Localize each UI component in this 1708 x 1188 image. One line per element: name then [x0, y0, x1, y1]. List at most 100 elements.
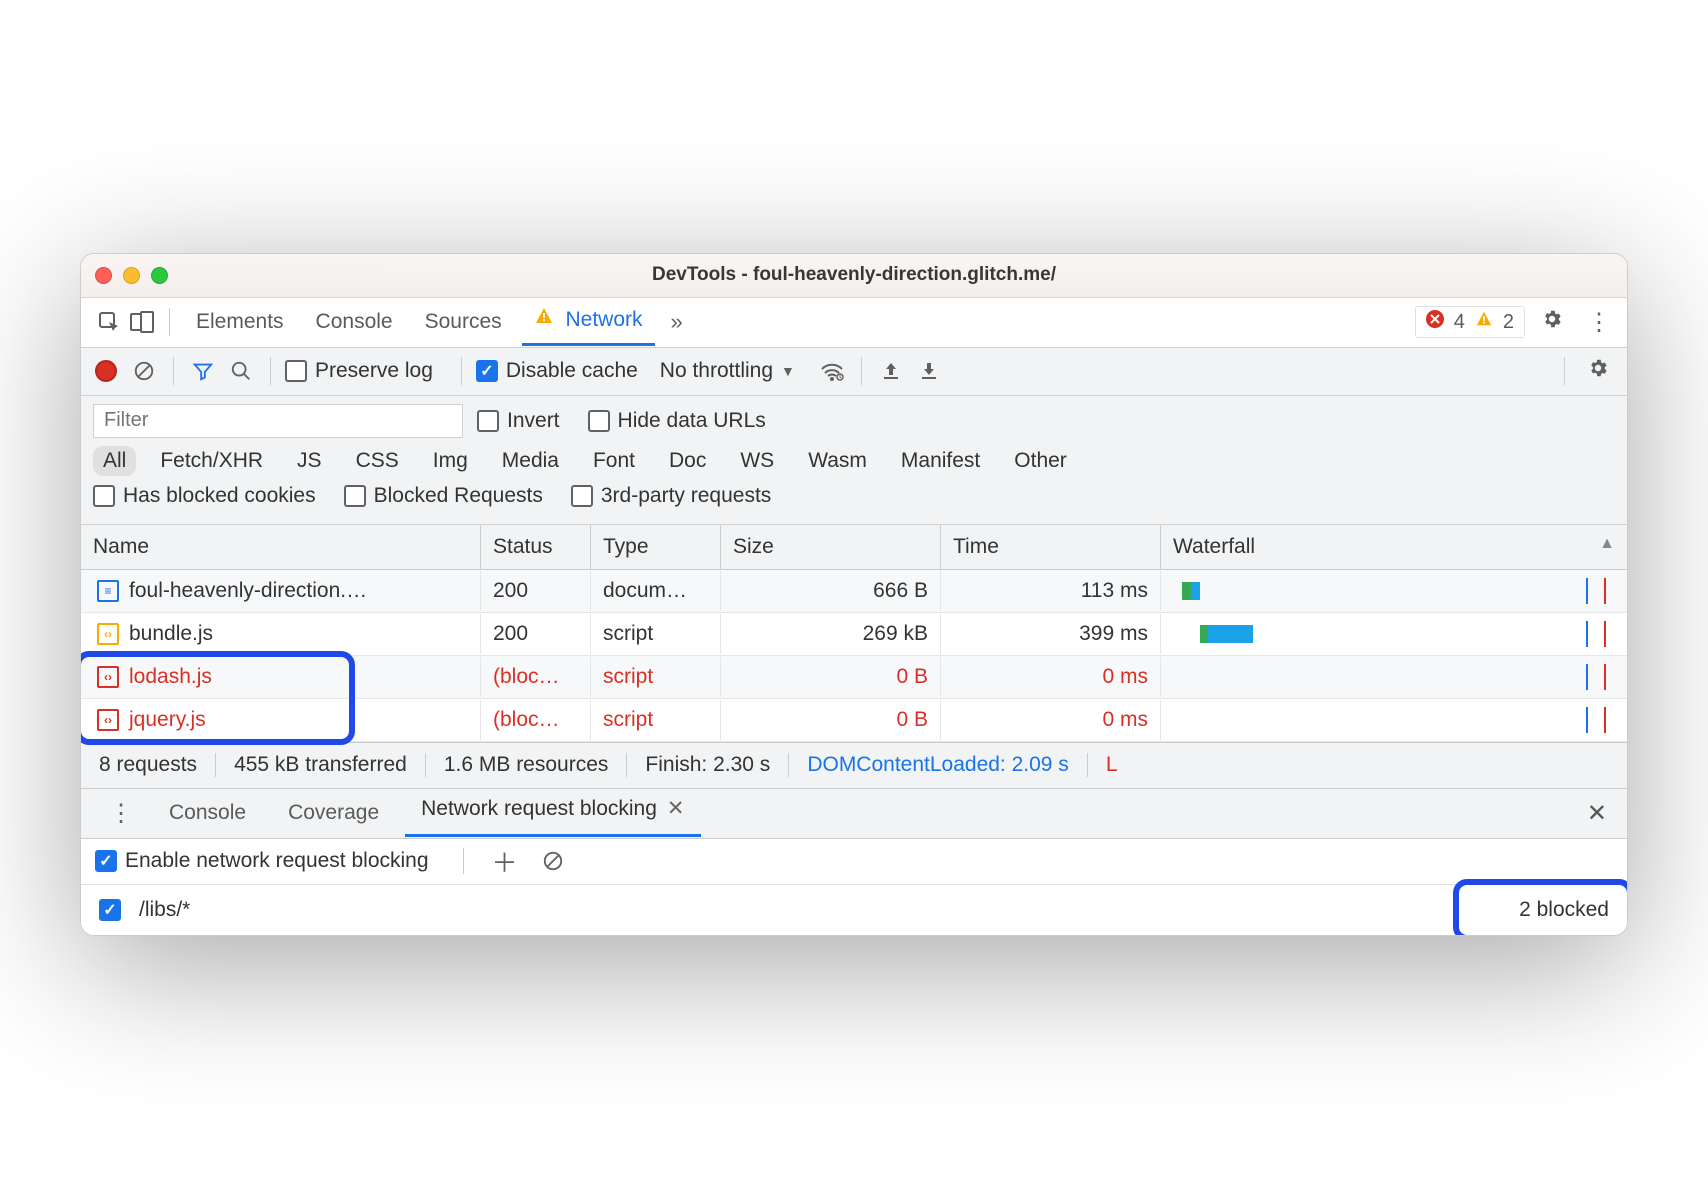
type-filter-wasm[interactable]: Wasm [798, 446, 877, 476]
request-size: 0 B [721, 700, 941, 740]
tab-network[interactable]: Network [522, 300, 655, 346]
pattern-checkbox[interactable] [99, 899, 121, 921]
drawer: ⋮ Console Coverage Network request block… [81, 788, 1627, 935]
window-minimize-button[interactable] [123, 267, 140, 284]
filter-bar: Invert Hide data URLs All Fetch/XHR JS CSS I… [81, 396, 1627, 525]
add-pattern-icon[interactable]: ＋ [484, 843, 526, 880]
settings-icon[interactable] [1533, 304, 1571, 341]
col-waterfall[interactable]: Waterfall ▲ [1161, 525, 1627, 569]
close-tab-icon[interactable]: ✕ [667, 797, 685, 820]
summary-finish: Finish: 2.30 s [627, 753, 789, 777]
summary-load: L [1088, 753, 1136, 777]
col-type[interactable]: Type [591, 525, 721, 569]
error-icon [1426, 310, 1444, 334]
type-filter-doc[interactable]: Doc [659, 446, 716, 476]
blocking-pattern-row[interactable]: /libs/* 2 blocked [81, 885, 1627, 935]
table-row[interactable]: ‹›lodash.js(bloc…script0 B0 ms [81, 656, 1627, 699]
network-toolbar: Preserve log Disable cache No throttling… [81, 348, 1627, 396]
request-time: 113 ms [941, 571, 1161, 611]
drawer-tab-console[interactable]: Console [153, 795, 262, 831]
issues-badge[interactable]: 4 2 [1415, 306, 1525, 338]
network-conditions-icon[interactable] [817, 356, 847, 386]
type-filter-img[interactable]: Img [423, 446, 478, 476]
file-icon: ‹› [97, 666, 119, 688]
blocked-requests-checkbox[interactable]: Blocked Requests [344, 484, 543, 508]
third-party-checkbox[interactable]: 3rd-party requests [571, 484, 771, 508]
type-filter-fetch-xhr[interactable]: Fetch/XHR [150, 446, 273, 476]
filter-input[interactable] [93, 404, 463, 438]
hide-data-urls-checkbox[interactable]: Hide data URLs [588, 409, 766, 433]
summary-dcl: DOMContentLoaded: 2.09 s [789, 753, 1088, 777]
type-filter-other[interactable]: Other [1004, 446, 1077, 476]
pattern-blocked-count: 2 blocked [1519, 898, 1609, 922]
window-close-button[interactable] [95, 267, 112, 284]
file-icon: ‹› [97, 623, 119, 645]
warning-icon [534, 308, 560, 331]
request-type: script [591, 700, 721, 740]
file-icon: ≡ [97, 580, 119, 602]
sort-indicator-icon: ▲ [1599, 535, 1615, 559]
col-time[interactable]: Time [941, 525, 1161, 569]
request-type: script [591, 614, 721, 654]
disable-cache-checkbox[interactable]: Disable cache [476, 359, 638, 383]
summary-resources: 1.6 MB resources [426, 753, 628, 777]
more-tabs-icon[interactable]: » [663, 309, 691, 335]
throttling-select[interactable]: No throttling▼ [660, 359, 795, 383]
network-settings-icon[interactable] [1579, 353, 1617, 390]
tab-sources[interactable]: Sources [413, 304, 514, 340]
drawer-tab-coverage[interactable]: Coverage [272, 795, 395, 831]
device-toggle-icon[interactable] [129, 310, 155, 334]
enable-blocking-checkbox[interactable]: Enable network request blocking [95, 849, 429, 873]
type-filter-media[interactable]: Media [492, 446, 569, 476]
window-maximize-button[interactable] [151, 267, 168, 284]
type-filter-manifest[interactable]: Manifest [891, 446, 990, 476]
request-name: foul-heavenly-direction.… [129, 579, 367, 603]
filter-icon[interactable] [188, 356, 218, 386]
type-filter-all[interactable]: All [93, 446, 136, 476]
request-waterfall [1161, 656, 1627, 698]
drawer-menu-icon[interactable]: ⋮ [99, 799, 143, 828]
preserve-log-checkbox[interactable]: Preserve log [285, 359, 433, 383]
drawer-close-icon[interactable]: ✕ [1577, 799, 1617, 828]
download-har-icon[interactable] [914, 356, 944, 386]
type-filter-js[interactable]: JS [287, 446, 332, 476]
tab-elements[interactable]: Elements [184, 304, 296, 340]
col-size[interactable]: Size [721, 525, 941, 569]
upload-har-icon[interactable] [876, 356, 906, 386]
request-time: 0 ms [941, 657, 1161, 697]
remove-all-patterns-icon[interactable] [538, 846, 568, 876]
type-filter-ws[interactable]: WS [730, 446, 784, 476]
menu-icon[interactable]: ⋮ [1579, 304, 1619, 341]
record-button[interactable] [95, 360, 117, 382]
request-status: 200 [481, 614, 591, 654]
type-filter-row: All Fetch/XHR JS CSS Img Media Font Doc WS Wasm Ma… [93, 446, 1617, 476]
inspect-icon[interactable] [97, 310, 121, 334]
warning-count: 2 [1503, 311, 1514, 334]
clear-icon[interactable] [129, 356, 159, 386]
tab-console[interactable]: Console [304, 304, 405, 340]
type-filter-font[interactable]: Font [583, 446, 645, 476]
request-status: (bloc… [481, 700, 591, 740]
search-icon[interactable] [226, 356, 256, 386]
error-count: 4 [1454, 311, 1465, 334]
col-name[interactable]: Name [81, 525, 481, 569]
pattern-text: /libs/* [139, 898, 190, 922]
request-status: 200 [481, 571, 591, 611]
table-row[interactable]: ‹›bundle.js200script269 kB399 ms [81, 613, 1627, 656]
table-row[interactable]: ≡foul-heavenly-direction.…200docum…666 B… [81, 570, 1627, 613]
network-table: Name Status Type Size Time Waterfall ▲ ≡… [81, 525, 1627, 742]
table-row[interactable]: ‹›jquery.js(bloc…script0 B0 ms [81, 699, 1627, 742]
summary-requests: 8 requests [99, 753, 216, 777]
warning-icon [1475, 310, 1493, 334]
request-waterfall [1161, 613, 1627, 655]
invert-checkbox[interactable]: Invert [477, 409, 560, 433]
request-type: script [591, 657, 721, 697]
col-status[interactable]: Status [481, 525, 591, 569]
type-filter-css[interactable]: CSS [346, 446, 409, 476]
request-time: 0 ms [941, 700, 1161, 740]
request-type: docum… [591, 571, 721, 611]
drawer-tab-network-request-blocking[interactable]: Network request blocking✕ [405, 790, 700, 837]
has-blocked-cookies-checkbox[interactable]: Has blocked cookies [93, 484, 316, 508]
request-waterfall [1161, 699, 1627, 741]
request-waterfall [1161, 570, 1627, 612]
